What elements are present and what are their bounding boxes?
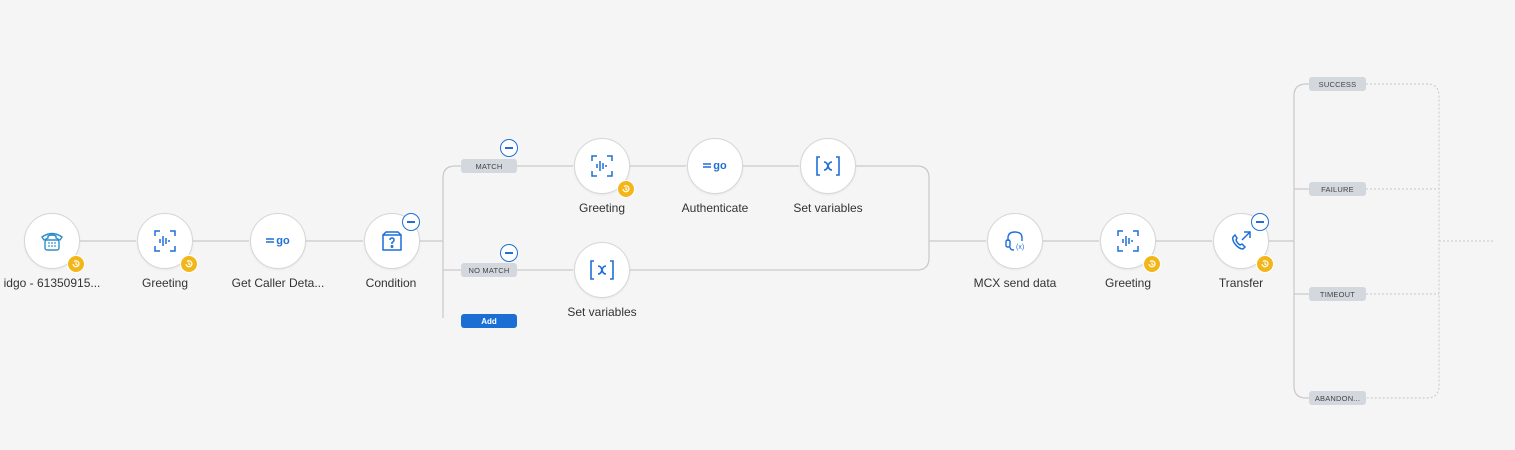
match-greeting-label: Greeting — [578, 201, 626, 215]
svg-text:(x): (x) — [1016, 244, 1024, 251]
greeting-label: Greeting — [141, 276, 189, 290]
no-match-set-variables-node[interactable] — [574, 242, 630, 298]
headset-variable-icon: (x) — [1002, 228, 1028, 254]
match-branch-tag[interactable]: MATCH — [461, 159, 517, 173]
no-match-set-variables-label: Set variables — [567, 305, 637, 319]
history-badge-icon — [617, 180, 635, 198]
condition-collapse-button[interactable] — [402, 213, 420, 231]
history-badge-icon — [67, 255, 85, 273]
no-match-branch-tag[interactable]: NO MATCH — [461, 263, 517, 277]
get-caller-details-node[interactable]: go — [250, 213, 306, 269]
authenticate-label: Authenticate — [681, 201, 749, 215]
flow-canvas[interactable]: idgo - 61350915... Greeting go Get Calle… — [0, 0, 1515, 450]
history-badge-icon — [1256, 255, 1274, 273]
match-branch-collapse-button[interactable] — [500, 139, 518, 157]
mcx-send-data-label: MCX send data — [973, 276, 1057, 290]
idgo-logo-icon: go — [266, 235, 290, 247]
success-outcome-tag[interactable]: SUCCESS — [1309, 77, 1366, 91]
add-branch-button[interactable]: Add — [461, 314, 517, 328]
match-greeting-node[interactable] — [574, 138, 635, 198]
match-set-variables-node[interactable] — [800, 138, 856, 194]
greeting-node[interactable] — [137, 213, 198, 273]
phone-transfer-icon — [1228, 228, 1254, 254]
entry-point-node[interactable] — [24, 213, 85, 273]
mcx-send-data-node[interactable]: (x) — [987, 213, 1043, 269]
question-box-icon — [380, 229, 404, 253]
no-match-branch-collapse-button[interactable] — [500, 244, 518, 262]
history-badge-icon — [180, 255, 198, 273]
variable-x-icon — [588, 258, 616, 282]
transfer-collapse-button[interactable] — [1251, 213, 1269, 231]
greeting-2-node[interactable] — [1100, 213, 1161, 273]
idgo-logo-icon: go — [703, 160, 727, 172]
get-caller-details-label: Get Caller Deta... — [231, 276, 325, 290]
audio-waveform-icon — [152, 228, 178, 254]
match-set-variables-label: Set variables — [793, 201, 863, 215]
audio-waveform-icon — [1115, 228, 1141, 254]
variable-x-icon — [814, 154, 842, 178]
flow-connectors — [80, 83, 1495, 399]
authenticate-node[interactable]: go — [687, 138, 743, 194]
timeout-outcome-tag[interactable]: TIMEOUT — [1309, 287, 1366, 301]
entry-point-label: idgo - 61350915... — [3, 276, 101, 290]
failure-outcome-tag[interactable]: FAILURE — [1309, 182, 1366, 196]
phone-icon — [39, 228, 65, 254]
abandon-outcome-tag[interactable]: ABANDON... — [1309, 391, 1366, 405]
history-badge-icon — [1143, 255, 1161, 273]
transfer-label: Transfer — [1218, 276, 1264, 290]
audio-waveform-icon — [589, 153, 615, 179]
condition-label: Condition — [365, 276, 417, 290]
greeting-2-label: Greeting — [1104, 276, 1152, 290]
